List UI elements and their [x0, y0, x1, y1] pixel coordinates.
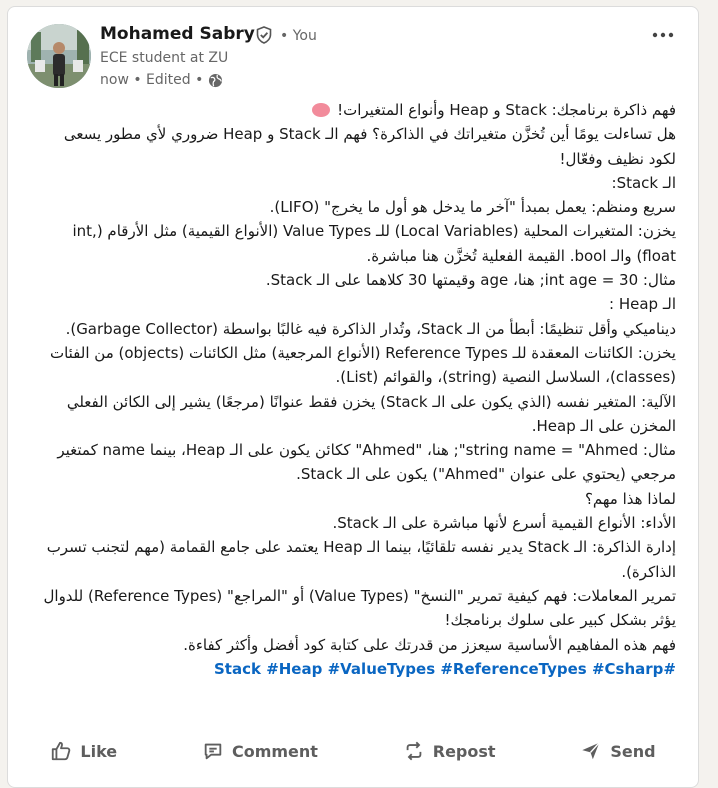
hashtag-link[interactable]: #ValueTypes	[328, 660, 436, 678]
thumbs-up-icon	[52, 741, 71, 761]
verified-icon	[256, 26, 272, 44]
post-time: now • Edited •	[100, 72, 204, 88]
action-bar: Like Comment Repost Send	[8, 733, 698, 769]
comment-button[interactable]: Comment	[192, 734, 328, 768]
post-line-why-heading: لماذا هذا مهم؟	[584, 489, 676, 508]
post-line: الآلية: المتغير نفسه (الذي يكون على الـ …	[66, 392, 676, 435]
post-line: مثال: int age = 30; هنا، age وقيمتها 30 …	[265, 271, 676, 290]
hashtags: #Stack #Heap #ValueTypes #ReferenceTypes…	[38, 657, 676, 681]
post-card: Mohamed Sabry • You ECE student at ZU no…	[7, 6, 699, 788]
author-name[interactable]: Mohamed Sabry	[100, 24, 255, 44]
hashtag-link[interactable]: #Heap	[266, 660, 322, 678]
send-button[interactable]: Send	[570, 734, 665, 768]
send-label: Send	[610, 741, 656, 761]
avatar-photo	[27, 24, 91, 88]
repost-icon	[406, 741, 422, 761]
post-line-intro: هل تساءلت يومًا أين تُخزَّن متغيراتك في …	[63, 125, 676, 168]
post-line: يخزن: الكائنات المعقدة للـ Reference Typ…	[49, 343, 676, 387]
post-line: مثال: string name = "Ahmed"; هنا، "Ahmed…	[57, 441, 676, 484]
post-line: فهم هذه المفاهيم الأساسية سيعزز من قدرتك…	[183, 635, 676, 654]
comment-label: Comment	[231, 741, 318, 761]
like-label: Like	[80, 741, 118, 761]
hashtag-link[interactable]: #ReferenceTypes	[440, 660, 586, 678]
more-options-button[interactable]	[646, 21, 680, 49]
post-line: ديناميكي وأقل تنظيمًا: أبطأ من الـ Stack…	[65, 319, 676, 338]
post-line-stack-heading: الـ Stack:	[611, 173, 677, 192]
brain-emoji-icon	[312, 103, 331, 117]
post-body: فهم ذاكرة برنامجك: Stack و Heap وأنواع ا…	[38, 98, 677, 681]
author-avatar[interactable]	[27, 24, 91, 88]
repost-button[interactable]: Repost	[393, 734, 506, 768]
author-headline: ECE student at ZU	[100, 50, 229, 66]
hashtag-link[interactable]: #Csharp	[592, 660, 663, 678]
comment-icon	[204, 743, 222, 760]
post-line: إدارة الذاكرة: الـ Stack يدير نفسه تلقائ…	[46, 538, 676, 581]
you-label: • You	[280, 28, 317, 44]
post-line: يخزن: المتغيرات المحلية (Local Variables…	[72, 222, 676, 265]
send-icon	[582, 742, 601, 760]
post-line-title: فهم ذاكرة برنامجك: Stack و Heap وأنواع ا…	[38, 98, 676, 122]
post-line: سريع ومنظم: يعمل بمبدأ "آخر ما يدخل هو أ…	[269, 198, 676, 217]
repost-label: Repost	[432, 741, 496, 761]
more-options-icon	[652, 32, 674, 38]
like-button[interactable]: Like	[40, 734, 127, 768]
globe-icon	[209, 73, 223, 87]
post-meta: now • Edited •	[100, 72, 223, 88]
post-line-heap-heading: الـ Heap :	[609, 295, 676, 314]
post-line: الأداء: الأنواع القيمية أسرع لأنها مباشر…	[332, 514, 676, 533]
post-line: تمرير المعاملات: فهم كيفية تمرير "النسخ"…	[43, 586, 677, 630]
